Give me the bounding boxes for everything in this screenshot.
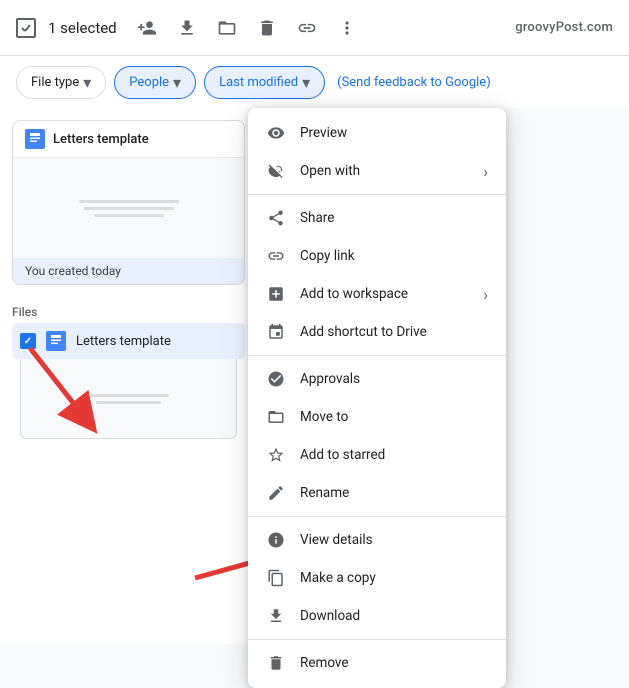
copy-link-icon: [266, 246, 286, 266]
left-panel: Letters template You created today Files: [0, 108, 258, 644]
people-chevron: ▾: [173, 73, 181, 92]
divider-4: [248, 639, 506, 640]
download-icon: [266, 606, 286, 626]
thumb-line: [89, 394, 169, 397]
add-person-button[interactable]: [129, 10, 165, 46]
context-menu: Preview Open with › Share Copy link: [248, 108, 506, 688]
add-workspace-icon: [266, 284, 286, 304]
menu-label-preview: Preview: [300, 125, 488, 141]
add-workspace-chevron: ›: [483, 285, 488, 304]
menu-label-make-copy: Make a copy: [300, 570, 488, 586]
menu-item-approvals[interactable]: Approvals: [248, 360, 506, 398]
menu-item-open-with[interactable]: Open with ›: [248, 152, 506, 190]
people-filter[interactable]: People ▾: [114, 66, 196, 99]
doc-icon: [25, 129, 45, 149]
menu-label-share: Share: [300, 210, 488, 226]
rename-icon: [266, 483, 286, 503]
menu-item-add-starred[interactable]: Add to starred: [248, 436, 506, 474]
menu-label-download: Download: [300, 608, 488, 624]
preview-lines: [79, 200, 179, 217]
files-section: Files Letters template: [0, 297, 257, 451]
divider-1: [248, 194, 506, 195]
thumb-line: [96, 401, 161, 404]
open-with-chevron: ›: [483, 162, 488, 181]
remove-icon: [266, 653, 286, 673]
menu-item-add-workspace[interactable]: Add to workspace ›: [248, 275, 506, 313]
filter-bar: File type ▾ People ▾ Last modified ▾ (Se…: [0, 56, 629, 108]
download-button[interactable]: [169, 10, 205, 46]
move-to-icon: [266, 407, 286, 427]
file-card-header: Letters template: [13, 121, 244, 158]
more-options-button[interactable]: [329, 10, 365, 46]
selected-count: 1 selected: [48, 19, 117, 37]
file-checkbox[interactable]: [20, 333, 36, 349]
add-shortcut-icon: [266, 322, 286, 342]
file-list-item[interactable]: Letters template: [12, 323, 245, 359]
menu-label-add-shortcut: Add shortcut to Drive: [300, 324, 488, 340]
menu-label-move-to: Move to: [300, 409, 488, 425]
menu-label-view-details: View details: [300, 532, 488, 548]
menu-item-add-shortcut[interactable]: Add shortcut to Drive: [248, 313, 506, 351]
file-card-preview: [13, 158, 244, 258]
last-modified-filter[interactable]: Last modified ▾: [204, 66, 325, 99]
menu-label-remove: Remove: [300, 655, 488, 671]
delete-button[interactable]: [249, 10, 285, 46]
menu-item-preview[interactable]: Preview: [248, 114, 506, 152]
star-icon: [266, 445, 286, 465]
file-type-filter[interactable]: File type ▾: [16, 66, 106, 99]
info-icon: [266, 530, 286, 550]
recent-file-card[interactable]: Letters template You created today: [12, 120, 245, 285]
menu-label-approvals: Approvals: [300, 371, 488, 387]
main-content: Letters template You created today Files: [0, 108, 629, 644]
menu-label-copy-link: Copy link: [300, 248, 488, 264]
menu-label-rename: Rename: [300, 485, 488, 501]
share-icon: [266, 208, 286, 228]
preview-line: [84, 207, 174, 210]
menu-item-move-to[interactable]: Move to: [248, 398, 506, 436]
brand-text: groovyPost.com: [515, 20, 613, 35]
approvals-icon: [266, 369, 286, 389]
thumbnail-preview: [89, 394, 169, 404]
last-modified-chevron: ▾: [302, 73, 310, 92]
menu-item-download[interactable]: Download: [248, 597, 506, 635]
file-name: Letters template: [76, 334, 171, 349]
select-all-checkbox[interactable]: [16, 18, 36, 38]
copy-icon: [266, 568, 286, 588]
file-card-footer: You created today: [13, 258, 244, 284]
toolbar-actions: [129, 10, 365, 46]
feedback-link[interactable]: (Send feedback to Google): [337, 75, 491, 90]
divider-2: [248, 355, 506, 356]
menu-item-view-details[interactable]: View details: [248, 521, 506, 559]
divider-3: [248, 516, 506, 517]
files-label: Files: [12, 305, 245, 319]
file-thumbnail: [20, 359, 237, 439]
preview-line: [94, 214, 164, 217]
file-card-title: Letters template: [53, 132, 149, 147]
toolbar: 1 selected groovyPost.com: [0, 0, 629, 56]
copy-link-button[interactable]: [289, 10, 325, 46]
file-doc-icon: [46, 331, 66, 351]
menu-label-open-with: Open with: [300, 163, 469, 179]
preview-icon: [266, 123, 286, 143]
menu-label-add-starred: Add to starred: [300, 447, 488, 463]
menu-label-add-workspace: Add to workspace: [300, 286, 469, 302]
open-with-icon: [266, 161, 286, 181]
menu-item-make-copy[interactable]: Make a copy: [248, 559, 506, 597]
preview-line: [79, 200, 179, 203]
menu-item-rename[interactable]: Rename: [248, 474, 506, 512]
menu-item-remove[interactable]: Remove: [248, 644, 506, 682]
file-type-chevron: ▾: [83, 73, 91, 92]
move-to-folder-button[interactable]: [209, 10, 245, 46]
menu-item-share[interactable]: Share: [248, 199, 506, 237]
menu-item-copy-link[interactable]: Copy link: [248, 237, 506, 275]
